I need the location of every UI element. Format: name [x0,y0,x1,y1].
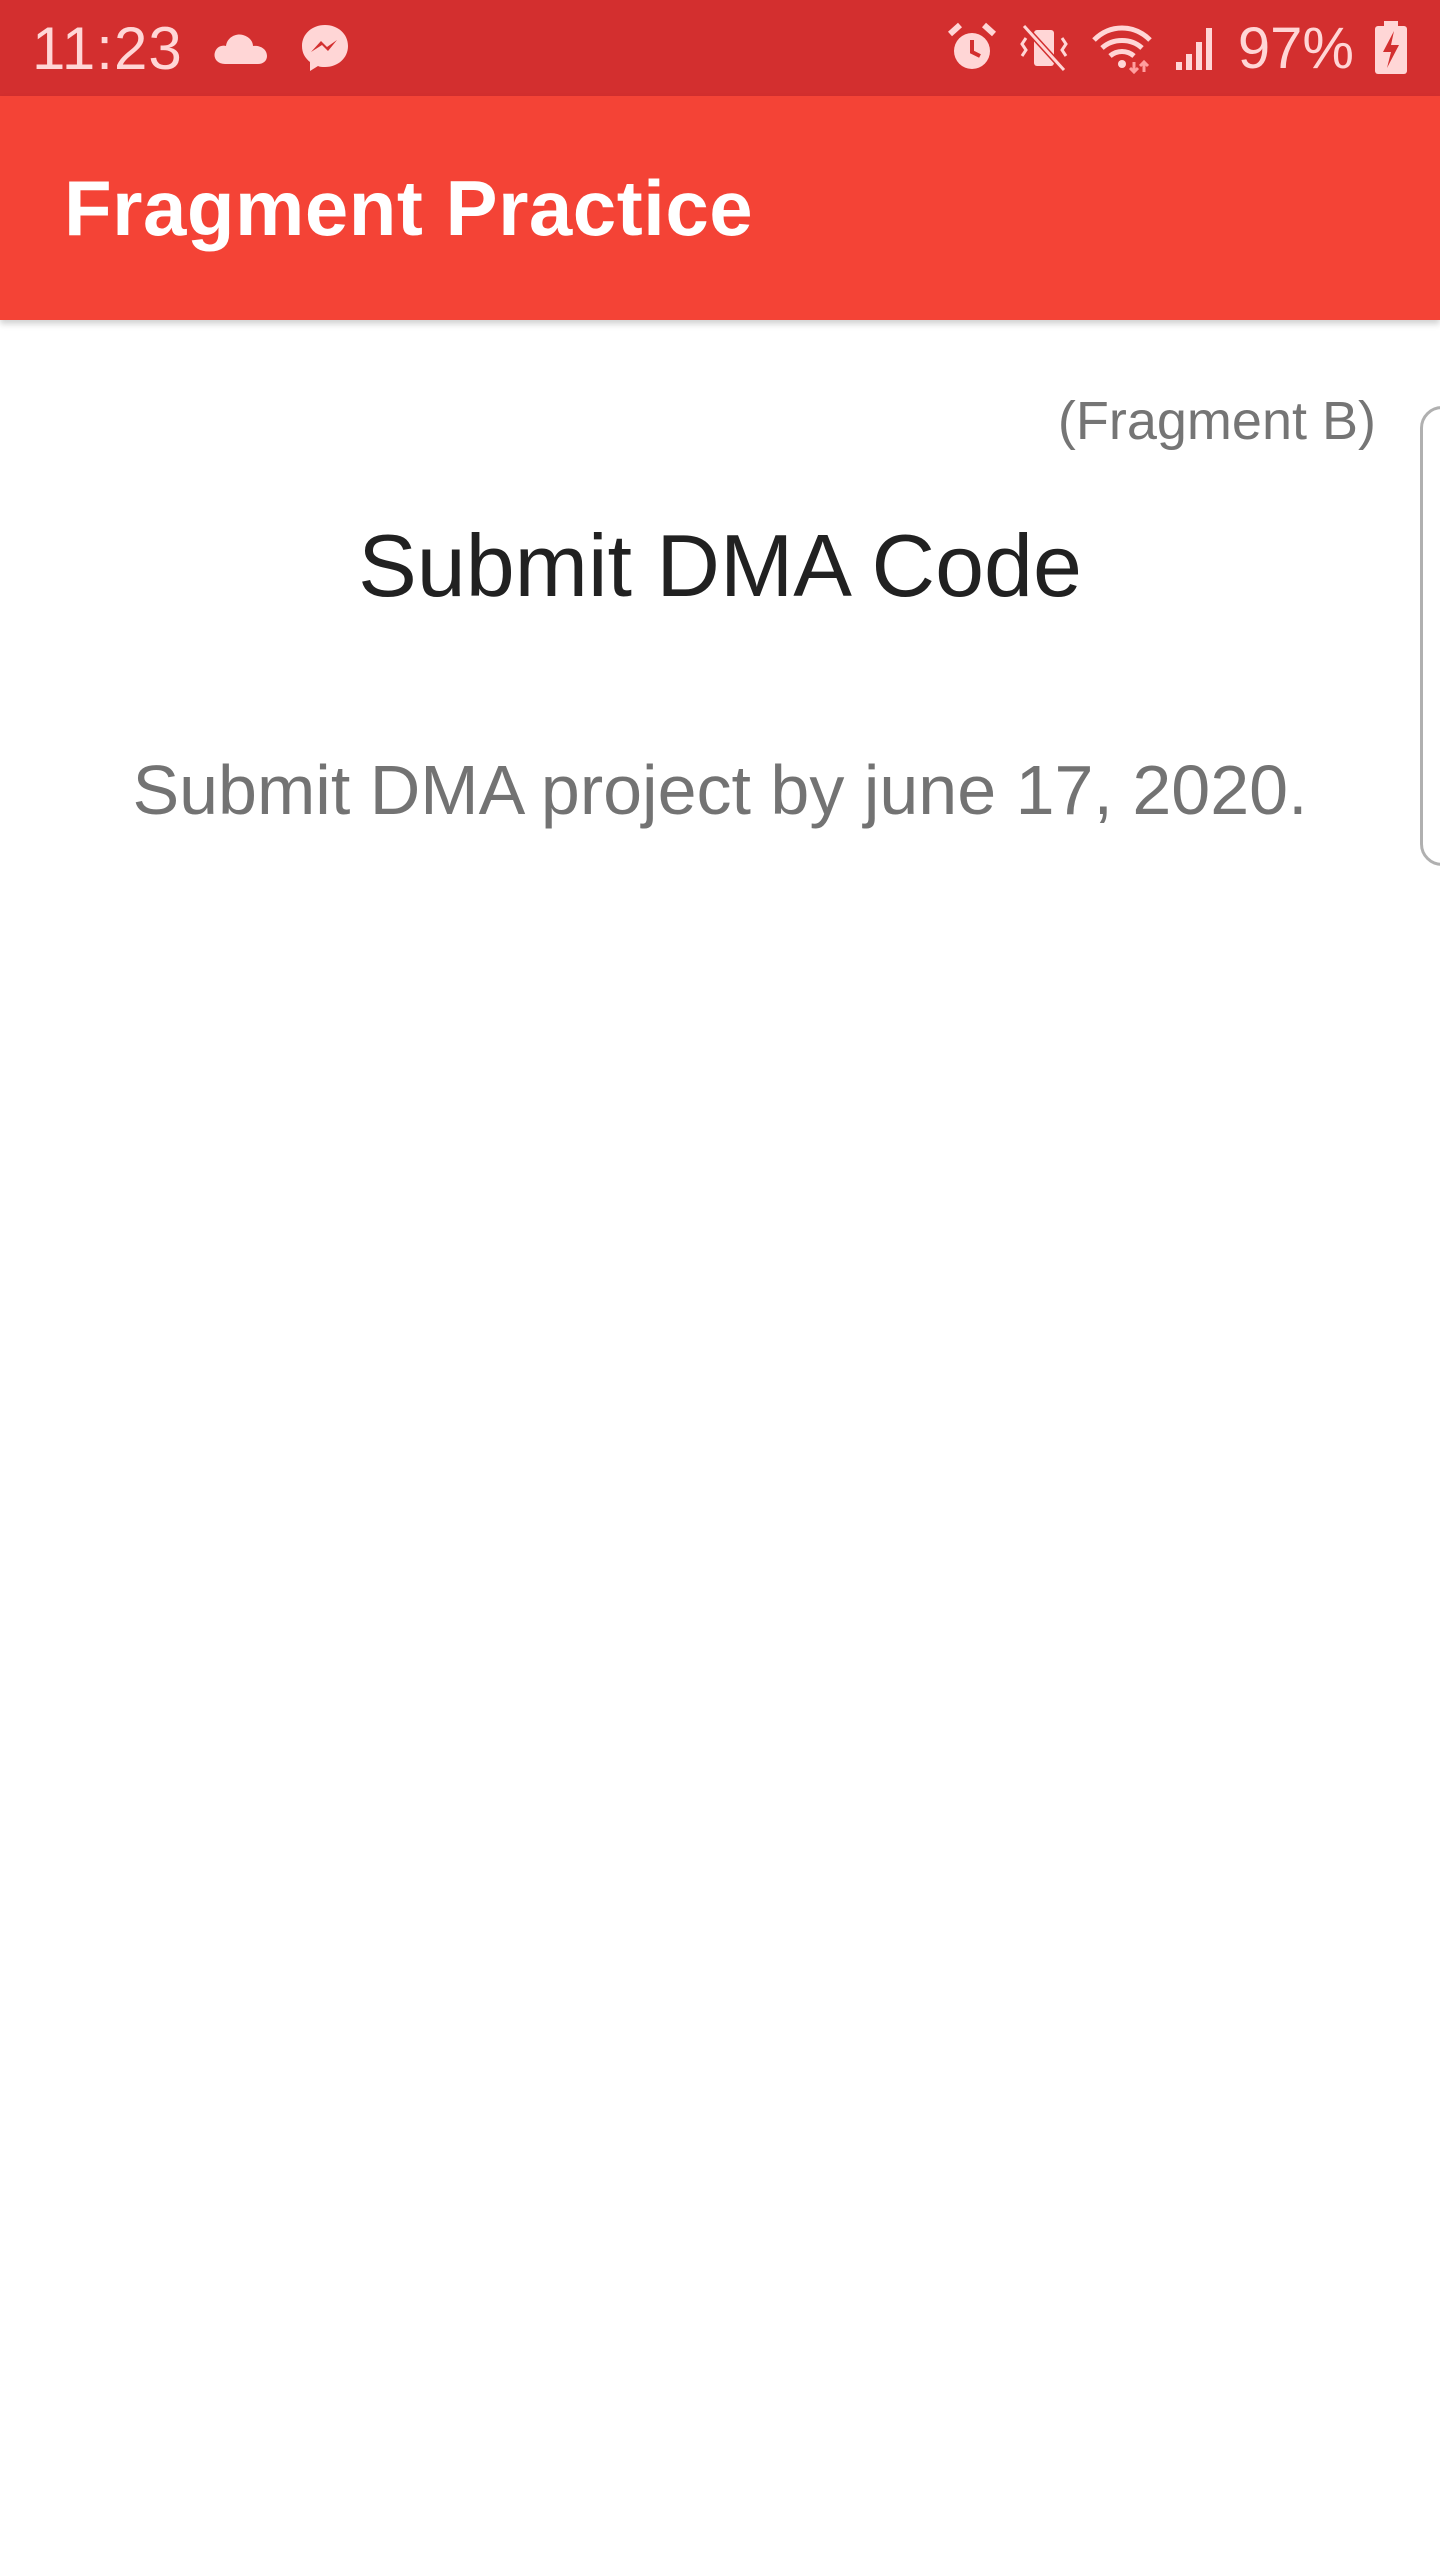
fragment-body-text: Submit DMA project by june 17, 2020. [132,751,1308,829]
battery-percent: 97% [1237,15,1354,81]
fragment-content: (Fragment B) Submit DMA Code Submit DMA … [0,320,1440,2560]
status-time: 11:23 [32,14,183,82]
status-left-group: 11:23 [32,14,946,83]
battery-charging-icon [1374,21,1408,75]
messenger-icon [299,22,351,74]
status-bar: 11:23 97% [0,0,1440,96]
fragment-label: (Fragment B) [1057,391,1376,451]
alarm-icon [946,22,998,74]
status-right-group: 97% [946,15,1408,82]
cloud-icon [213,30,269,66]
vibrate-mute-icon [1018,22,1070,74]
app-bar: Fragment Practice [0,96,1440,320]
side-panel-edge[interactable] [1420,406,1440,866]
app-title: Fragment Practice [64,163,754,252]
fragment-heading: Submit DMA Code [358,516,1082,615]
signal-icon [1174,24,1218,72]
wifi-icon [1090,22,1154,74]
